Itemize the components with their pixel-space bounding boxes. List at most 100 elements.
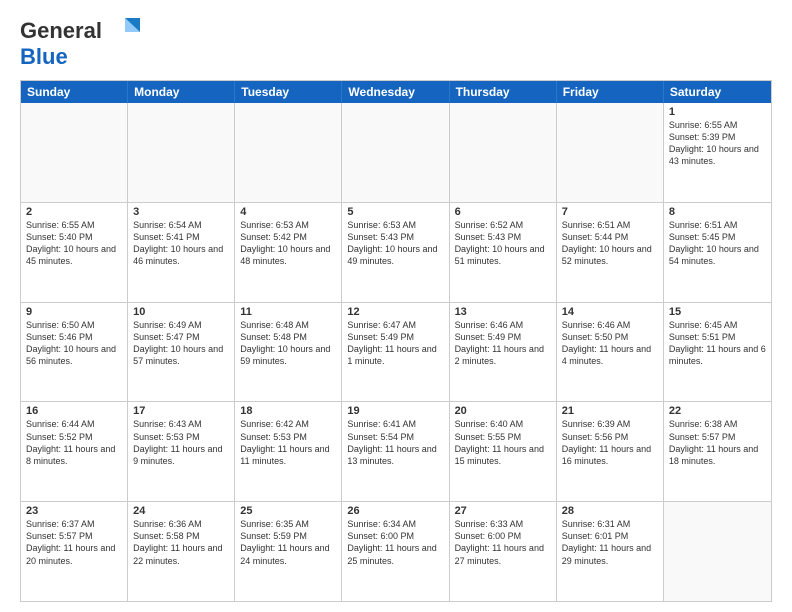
day-number: 13: [455, 306, 551, 318]
day-info: Sunrise: 6:53 AM Sunset: 5:42 PM Dayligh…: [240, 219, 336, 268]
day-info: Sunrise: 6:41 AM Sunset: 5:54 PM Dayligh…: [347, 418, 443, 467]
day-info: Sunrise: 6:33 AM Sunset: 6:00 PM Dayligh…: [455, 518, 551, 567]
day-3: 3Sunrise: 6:54 AM Sunset: 5:41 PM Daylig…: [128, 203, 235, 302]
day-info: Sunrise: 6:31 AM Sunset: 6:01 PM Dayligh…: [562, 518, 658, 567]
week-row-3: 9Sunrise: 6:50 AM Sunset: 5:46 PM Daylig…: [21, 302, 771, 402]
day-number: 12: [347, 306, 443, 318]
day-info: Sunrise: 6:38 AM Sunset: 5:57 PM Dayligh…: [669, 418, 766, 467]
day-9: 9Sunrise: 6:50 AM Sunset: 5:46 PM Daylig…: [21, 303, 128, 402]
day-12: 12Sunrise: 6:47 AM Sunset: 5:49 PM Dayli…: [342, 303, 449, 402]
day-4: 4Sunrise: 6:53 AM Sunset: 5:42 PM Daylig…: [235, 203, 342, 302]
header-friday: Friday: [557, 81, 664, 103]
svg-text:General: General: [20, 18, 102, 43]
header-wednesday: Wednesday: [342, 81, 449, 103]
day-26: 26Sunrise: 6:34 AM Sunset: 6:00 PM Dayli…: [342, 502, 449, 601]
header-saturday: Saturday: [664, 81, 771, 103]
day-1: 1Sunrise: 6:55 AM Sunset: 5:39 PM Daylig…: [664, 103, 771, 202]
day-info: Sunrise: 6:48 AM Sunset: 5:48 PM Dayligh…: [240, 319, 336, 368]
day-number: 1: [669, 106, 766, 118]
day-number: 3: [133, 206, 229, 218]
day-17: 17Sunrise: 6:43 AM Sunset: 5:53 PM Dayli…: [128, 402, 235, 501]
day-27: 27Sunrise: 6:33 AM Sunset: 6:00 PM Dayli…: [450, 502, 557, 601]
day-14: 14Sunrise: 6:46 AM Sunset: 5:50 PM Dayli…: [557, 303, 664, 402]
day-6: 6Sunrise: 6:52 AM Sunset: 5:43 PM Daylig…: [450, 203, 557, 302]
header-thursday: Thursday: [450, 81, 557, 103]
day-number: 20: [455, 405, 551, 417]
day-info: Sunrise: 6:51 AM Sunset: 5:45 PM Dayligh…: [669, 219, 766, 268]
day-number: 21: [562, 405, 658, 417]
day-8: 8Sunrise: 6:51 AM Sunset: 5:45 PM Daylig…: [664, 203, 771, 302]
week-row-5: 23Sunrise: 6:37 AM Sunset: 5:57 PM Dayli…: [21, 501, 771, 601]
day-info: Sunrise: 6:37 AM Sunset: 5:57 PM Dayligh…: [26, 518, 122, 567]
page-header: General Blue Blue: [20, 16, 772, 70]
day-number: 8: [669, 206, 766, 218]
day-number: 24: [133, 505, 229, 517]
day-number: 19: [347, 405, 443, 417]
day-info: Sunrise: 6:46 AM Sunset: 5:50 PM Dayligh…: [562, 319, 658, 368]
day-10: 10Sunrise: 6:49 AM Sunset: 5:47 PM Dayli…: [128, 303, 235, 402]
day-number: 27: [455, 505, 551, 517]
empty-cell: [664, 502, 771, 601]
day-number: 2: [26, 206, 122, 218]
day-number: 4: [240, 206, 336, 218]
day-info: Sunrise: 6:35 AM Sunset: 5:59 PM Dayligh…: [240, 518, 336, 567]
day-info: Sunrise: 6:45 AM Sunset: 5:51 PM Dayligh…: [669, 319, 766, 368]
header-monday: Monday: [128, 81, 235, 103]
empty-cell: [128, 103, 235, 202]
day-13: 13Sunrise: 6:46 AM Sunset: 5:49 PM Dayli…: [450, 303, 557, 402]
day-info: Sunrise: 6:42 AM Sunset: 5:53 PM Dayligh…: [240, 418, 336, 467]
logo-svg: General Blue: [20, 16, 150, 44]
day-info: Sunrise: 6:53 AM Sunset: 5:43 PM Dayligh…: [347, 219, 443, 268]
day-info: Sunrise: 6:36 AM Sunset: 5:58 PM Dayligh…: [133, 518, 229, 567]
week-row-2: 2Sunrise: 6:55 AM Sunset: 5:40 PM Daylig…: [21, 202, 771, 302]
day-number: 17: [133, 405, 229, 417]
day-number: 10: [133, 306, 229, 318]
day-info: Sunrise: 6:39 AM Sunset: 5:56 PM Dayligh…: [562, 418, 658, 467]
empty-cell: [557, 103, 664, 202]
day-number: 16: [26, 405, 122, 417]
logo-blue-text: Blue: [20, 44, 68, 70]
day-number: 9: [26, 306, 122, 318]
day-5: 5Sunrise: 6:53 AM Sunset: 5:43 PM Daylig…: [342, 203, 449, 302]
day-info: Sunrise: 6:50 AM Sunset: 5:46 PM Dayligh…: [26, 319, 122, 368]
day-number: 22: [669, 405, 766, 417]
day-number: 25: [240, 505, 336, 517]
day-22: 22Sunrise: 6:38 AM Sunset: 5:57 PM Dayli…: [664, 402, 771, 501]
day-28: 28Sunrise: 6:31 AM Sunset: 6:01 PM Dayli…: [557, 502, 664, 601]
day-20: 20Sunrise: 6:40 AM Sunset: 5:55 PM Dayli…: [450, 402, 557, 501]
day-info: Sunrise: 6:55 AM Sunset: 5:39 PM Dayligh…: [669, 119, 766, 168]
empty-cell: [235, 103, 342, 202]
day-number: 28: [562, 505, 658, 517]
calendar: SundayMondayTuesdayWednesdayThursdayFrid…: [20, 80, 772, 602]
day-info: Sunrise: 6:51 AM Sunset: 5:44 PM Dayligh…: [562, 219, 658, 268]
week-row-4: 16Sunrise: 6:44 AM Sunset: 5:52 PM Dayli…: [21, 401, 771, 501]
calendar-body: 1Sunrise: 6:55 AM Sunset: 5:39 PM Daylig…: [21, 103, 771, 601]
day-16: 16Sunrise: 6:44 AM Sunset: 5:52 PM Dayli…: [21, 402, 128, 501]
day-11: 11Sunrise: 6:48 AM Sunset: 5:48 PM Dayli…: [235, 303, 342, 402]
logo: General Blue Blue: [20, 16, 150, 70]
empty-cell: [21, 103, 128, 202]
day-info: Sunrise: 6:44 AM Sunset: 5:52 PM Dayligh…: [26, 418, 122, 467]
day-18: 18Sunrise: 6:42 AM Sunset: 5:53 PM Dayli…: [235, 402, 342, 501]
day-number: 5: [347, 206, 443, 218]
day-19: 19Sunrise: 6:41 AM Sunset: 5:54 PM Dayli…: [342, 402, 449, 501]
day-number: 11: [240, 306, 336, 318]
day-number: 26: [347, 505, 443, 517]
day-info: Sunrise: 6:40 AM Sunset: 5:55 PM Dayligh…: [455, 418, 551, 467]
day-info: Sunrise: 6:54 AM Sunset: 5:41 PM Dayligh…: [133, 219, 229, 268]
calendar-header: SundayMondayTuesdayWednesdayThursdayFrid…: [21, 81, 771, 103]
day-number: 15: [669, 306, 766, 318]
day-15: 15Sunrise: 6:45 AM Sunset: 5:51 PM Dayli…: [664, 303, 771, 402]
empty-cell: [342, 103, 449, 202]
day-info: Sunrise: 6:46 AM Sunset: 5:49 PM Dayligh…: [455, 319, 551, 368]
day-7: 7Sunrise: 6:51 AM Sunset: 5:44 PM Daylig…: [557, 203, 664, 302]
day-info: Sunrise: 6:49 AM Sunset: 5:47 PM Dayligh…: [133, 319, 229, 368]
day-number: 14: [562, 306, 658, 318]
day-info: Sunrise: 6:52 AM Sunset: 5:43 PM Dayligh…: [455, 219, 551, 268]
day-number: 6: [455, 206, 551, 218]
day-23: 23Sunrise: 6:37 AM Sunset: 5:57 PM Dayli…: [21, 502, 128, 601]
week-row-1: 1Sunrise: 6:55 AM Sunset: 5:39 PM Daylig…: [21, 103, 771, 202]
day-number: 7: [562, 206, 658, 218]
day-25: 25Sunrise: 6:35 AM Sunset: 5:59 PM Dayli…: [235, 502, 342, 601]
day-2: 2Sunrise: 6:55 AM Sunset: 5:40 PM Daylig…: [21, 203, 128, 302]
